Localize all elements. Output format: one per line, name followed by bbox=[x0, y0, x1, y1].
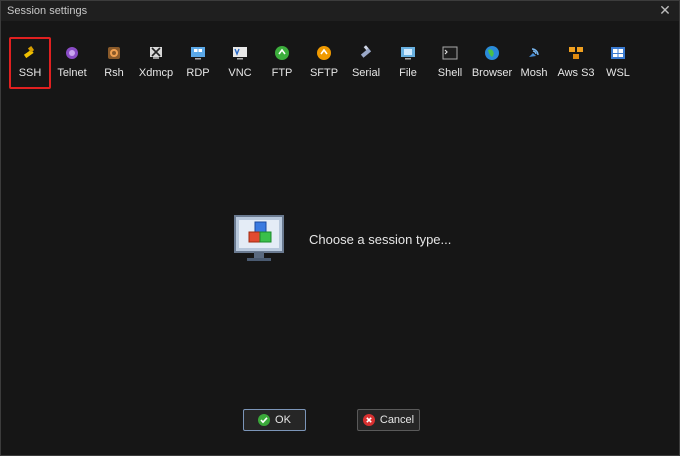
session-type-label: SSH bbox=[18, 67, 42, 79]
session-type-toolbar: SSH Telnet Rsh Xdmcp RDP VNC FTP SFTP Se… bbox=[9, 37, 639, 91]
rdp-icon bbox=[191, 47, 205, 60]
aws-s3-icon bbox=[569, 47, 583, 59]
session-type-label: Rsh bbox=[104, 67, 124, 79]
session-type-ssh[interactable]: SSH bbox=[9, 37, 51, 89]
browser-icon bbox=[485, 46, 499, 60]
session-type-label: Xdmcp bbox=[138, 67, 174, 79]
sftp-icon bbox=[317, 46, 331, 60]
monitor-cubes-icon bbox=[234, 215, 284, 261]
ssh-icon bbox=[23, 46, 35, 59]
choose-session-message: Choose a session type... bbox=[309, 231, 452, 247]
rsh-icon bbox=[108, 47, 120, 59]
session-type-label: Browser bbox=[471, 67, 513, 79]
session-type-wsl[interactable]: WSL bbox=[597, 37, 639, 89]
window-title: Session settings bbox=[7, 5, 88, 17]
session-type-serial[interactable]: Serial bbox=[345, 37, 387, 89]
session-type-label: Telnet bbox=[57, 67, 87, 79]
session-type-file[interactable]: File bbox=[387, 37, 429, 89]
ok-button-label: OK bbox=[275, 414, 291, 426]
dialog-content: SSH Telnet Rsh Xdmcp RDP VNC FTP SFTP Se… bbox=[1, 21, 679, 455]
cancel-button[interactable]: Cancel bbox=[357, 409, 420, 431]
file-icon bbox=[401, 47, 415, 60]
session-type-label: Aws S3 bbox=[557, 67, 595, 79]
session-type-label: VNC bbox=[228, 67, 252, 79]
session-type-sftp[interactable]: SFTP bbox=[303, 37, 345, 89]
session-type-rsh[interactable]: Rsh bbox=[93, 37, 135, 89]
session-type-label: WSL bbox=[606, 67, 630, 79]
shell-icon bbox=[442, 46, 458, 60]
mosh-icon bbox=[529, 48, 539, 57]
session-type-label: RDP bbox=[186, 67, 210, 79]
session-settings-window: Session settings ✕ SSH Telnet Rsh Xdmcp … bbox=[0, 0, 680, 456]
telnet-icon bbox=[66, 47, 78, 59]
ok-button[interactable]: OK bbox=[243, 409, 306, 431]
wsl-icon bbox=[611, 47, 625, 59]
xdmcp-icon bbox=[150, 47, 162, 59]
session-type-label: Shell bbox=[437, 67, 463, 79]
session-placeholder: Choose a session type... bbox=[233, 214, 451, 264]
session-type-label: Serial bbox=[351, 67, 381, 79]
session-type-label: File bbox=[399, 67, 417, 79]
session-type-aws-s3[interactable]: Aws S3 bbox=[555, 37, 597, 89]
session-type-rdp[interactable]: RDP bbox=[177, 37, 219, 89]
session-type-label: SFTP bbox=[309, 67, 339, 79]
close-icon[interactable]: ✕ bbox=[657, 2, 673, 18]
session-type-mosh[interactable]: Mosh bbox=[513, 37, 555, 89]
check-icon bbox=[258, 414, 271, 426]
session-type-ftp[interactable]: FTP bbox=[261, 37, 303, 89]
vnc-icon bbox=[233, 47, 247, 60]
session-type-browser[interactable]: Browser bbox=[471, 37, 513, 89]
session-type-label: FTP bbox=[271, 67, 293, 79]
session-type-telnet[interactable]: Telnet bbox=[51, 37, 93, 89]
serial-icon bbox=[360, 45, 372, 58]
cancel-button-label: Cancel bbox=[379, 414, 415, 426]
session-type-vnc[interactable]: VNC bbox=[219, 37, 261, 89]
cancel-icon bbox=[362, 414, 375, 426]
session-type-xdmcp[interactable]: Xdmcp bbox=[135, 37, 177, 89]
title-bar: Session settings ✕ bbox=[1, 1, 679, 21]
ftp-icon bbox=[275, 46, 289, 60]
session-type-shell[interactable]: Shell bbox=[429, 37, 471, 89]
session-type-label: Mosh bbox=[520, 67, 548, 79]
